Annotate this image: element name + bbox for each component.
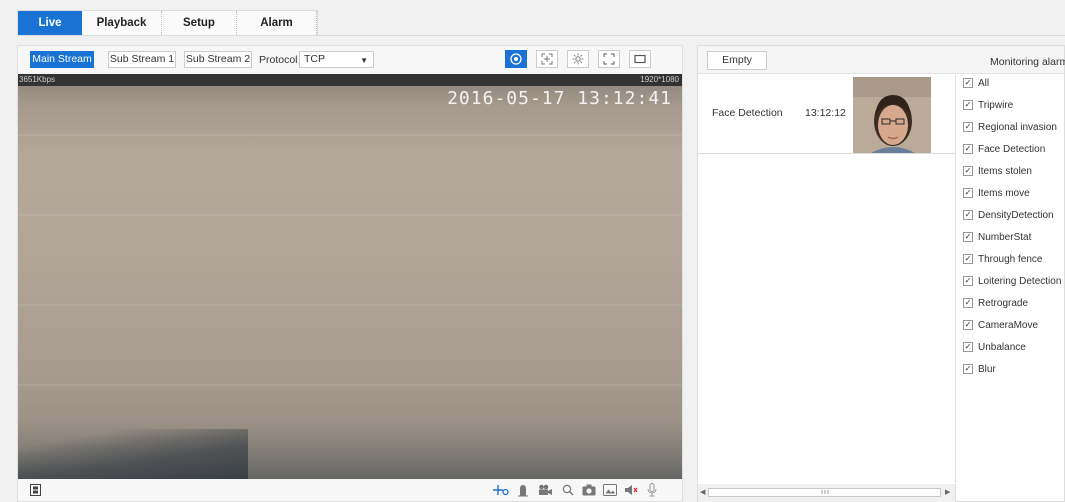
brightness-icon[interactable] (567, 50, 589, 68)
alarm-panel-header: Empty Monitoring alarm (698, 46, 1065, 74)
tab-live[interactable]: Live (18, 11, 82, 35)
checkbox-icon: ✓ (963, 210, 973, 220)
video-info-strip (18, 74, 682, 86)
scroll-left-icon[interactable]: ◀ (700, 488, 705, 496)
checkbox-label: Unbalance (978, 341, 1026, 353)
checkbox-label: Regional invasion (978, 121, 1057, 133)
crosshair-icon[interactable] (536, 50, 558, 68)
checkbox-label: Loitering Detection (978, 275, 1062, 287)
checkbox-face-detection[interactable]: ✓ Face Detection (963, 142, 1045, 156)
checkbox-icon: ✓ (963, 254, 973, 264)
alarm-type: Face Detection (712, 107, 783, 119)
resolution-label: 1920*1080 (640, 75, 679, 84)
checkbox-icon: ✓ (963, 188, 973, 198)
checkbox-label: All (978, 77, 990, 89)
live-view-panel: Main Stream Sub Stream 1 Sub Stream 2 Pr… (17, 45, 683, 502)
video-bottom-toolbar (18, 479, 682, 501)
alarm-list: Face Detection 13:12:12 (698, 75, 956, 483)
checkbox-icon: ✓ (963, 364, 973, 374)
main-stream-button[interactable]: Main Stream (30, 51, 94, 68)
protocol-label: Protocol (259, 54, 298, 66)
scrollbar-thumb[interactable] (708, 488, 941, 497)
person-icon[interactable] (514, 482, 532, 498)
video-timestamp: 2016-05-17 13:12:41 (447, 88, 672, 109)
video-texture (18, 384, 682, 386)
video-object-shadow (18, 429, 248, 481)
video-feed[interactable]: 3651Kbps 1920*1080 2016-05-17 13:12:41 (18, 74, 682, 481)
checkbox-label: Through fence (978, 253, 1043, 265)
ptz-icon[interactable] (492, 482, 510, 498)
protocol-value: TCP (304, 53, 325, 65)
checkbox-label: DensityDetection (978, 209, 1054, 221)
checkbox-label: Retrograde (978, 297, 1029, 309)
checkbox-items-move[interactable]: ✓ Items move (963, 186, 1030, 200)
checkbox-camera-move[interactable]: ✓ CameraMove (963, 318, 1038, 332)
microphone-icon[interactable] (643, 482, 661, 498)
checkbox-label: Items stolen (978, 165, 1032, 177)
checkbox-icon: ✓ (963, 144, 973, 154)
alarm-time: 13:12:12 (805, 107, 846, 119)
checkbox-icon: ✓ (963, 122, 973, 132)
checkbox-label: Face Detection (978, 143, 1046, 155)
fullscreen-icon[interactable] (598, 50, 620, 68)
monitoring-alarm-label: Monitoring alarm (990, 56, 1065, 68)
video-texture (18, 304, 682, 306)
tab-alarm[interactable]: Alarm (237, 11, 317, 35)
list-item[interactable]: Face Detection 13:12:12 (698, 75, 956, 154)
checkbox-icon: ✓ (963, 298, 973, 308)
checkbox-regional-invasion[interactable]: ✓ Regional invasion (963, 120, 1057, 134)
top-nav: Live Playback Setup Alarm (0, 0, 1065, 36)
checkbox-icon: ✓ (963, 166, 973, 176)
checkbox-through-fence[interactable]: ✓ Through fence (963, 252, 1043, 266)
checkbox-label: Blur (978, 363, 996, 375)
eye-icon[interactable] (505, 50, 527, 68)
image-icon[interactable] (601, 482, 619, 498)
snapshot-icon[interactable] (580, 482, 598, 498)
scroll-right-icon[interactable]: ▶ (945, 488, 950, 496)
protocol-select[interactable]: TCP ▼ (299, 51, 374, 68)
checkbox-items-stolen[interactable]: ✓ Items stolen (963, 164, 1032, 178)
tab-setup[interactable]: Setup (162, 11, 237, 35)
checkbox-label: Items move (978, 187, 1030, 199)
checkbox-number-stat[interactable]: ✓ NumberStat (963, 230, 1031, 244)
grip-icon (821, 490, 828, 494)
checkbox-label: NumberStat (978, 231, 1032, 243)
checkbox-all[interactable]: ✓ All (963, 76, 989, 90)
bitrate-label: 3651Kbps (19, 75, 56, 84)
checkbox-tripwire[interactable]: ✓ Tripwire (963, 98, 1013, 112)
checkbox-retrograde[interactable]: ✓ Retrograde (963, 296, 1028, 310)
video-texture (18, 214, 682, 216)
checkbox-icon: ✓ (963, 342, 973, 352)
checkbox-icon: ✓ (963, 276, 973, 286)
film-icon[interactable] (26, 482, 44, 498)
stream-toolbar: Main Stream Sub Stream 1 Sub Stream 2 Pr… (18, 46, 682, 74)
alarm-panel: Empty Monitoring alarm Face Detection 13… (697, 45, 1065, 502)
checkbox-density-detection[interactable]: ✓ DensityDetection (963, 208, 1054, 222)
checkbox-icon: ✓ (963, 78, 973, 88)
window-icon[interactable] (629, 50, 651, 68)
checkbox-label: CameraMove (978, 319, 1039, 331)
face-snapshot[interactable] (853, 77, 931, 153)
checkbox-icon: ✓ (963, 100, 973, 110)
checkbox-label: Tripwire (978, 99, 1014, 111)
zoom-icon[interactable] (559, 482, 577, 498)
sub-stream-1-button[interactable]: Sub Stream 1 (108, 51, 176, 68)
sub-stream-2-button[interactable]: Sub Stream 2 (184, 51, 252, 68)
audio-icon[interactable] (622, 482, 640, 498)
checkbox-blur[interactable]: ✓ Blur (963, 362, 996, 376)
checkbox-icon: ✓ (963, 232, 973, 242)
checkbox-loitering-detection[interactable]: ✓ Loitering Detection (963, 274, 1061, 288)
checkbox-icon: ✓ (963, 320, 973, 330)
tab-playback[interactable]: Playback (82, 11, 162, 35)
horizontal-scrollbar[interactable]: ◀ ▶ (698, 484, 956, 502)
empty-button[interactable]: Empty (707, 51, 767, 70)
record-icon[interactable] (537, 482, 555, 498)
chevron-down-icon: ▼ (360, 56, 368, 65)
video-texture (18, 134, 682, 136)
main-tabs: Live Playback Setup Alarm (17, 10, 318, 35)
nav-divider (17, 35, 1065, 36)
checkbox-unbalance[interactable]: ✓ Unbalance (963, 340, 1026, 354)
